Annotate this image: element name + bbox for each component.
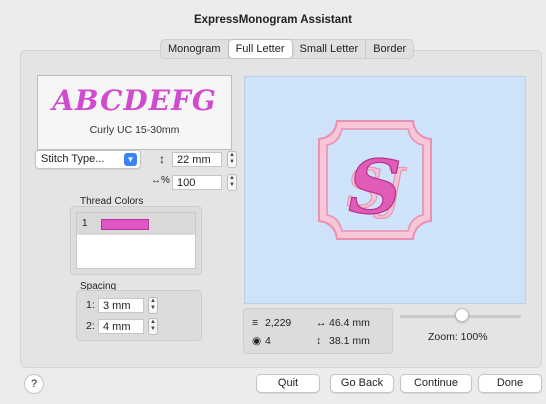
height-stepper[interactable]: ▲ ▼ bbox=[227, 151, 237, 168]
spacing-2-stepper[interactable]: ▲ ▼ bbox=[148, 318, 158, 335]
height-field[interactable]: 22 mm bbox=[172, 152, 222, 167]
stitch-count: ≡ 2,229 bbox=[252, 317, 292, 329]
height-icon: ↕ bbox=[316, 335, 322, 347]
tab-full-letter[interactable]: Full Letter bbox=[228, 40, 293, 58]
quit-button[interactable]: Quit bbox=[256, 374, 320, 393]
stitch-type-label: Stitch Type... bbox=[41, 153, 105, 165]
vertical-size-icon: ↕ bbox=[159, 152, 165, 166]
stitches-icon: ≡ bbox=[252, 317, 259, 329]
width-percent-icon: ↔% bbox=[151, 175, 170, 186]
tab-small-letter[interactable]: Small Letter bbox=[293, 40, 367, 58]
zoom-label: Zoom: 100% bbox=[428, 331, 488, 343]
font-name: Curly UC 15-30mm bbox=[89, 124, 180, 136]
width-stepper[interactable]: ▲ ▼ bbox=[227, 174, 237, 191]
thread-number: 1 bbox=[82, 218, 88, 229]
palette-icon: ◉ bbox=[252, 335, 262, 347]
spacing-1-stepper[interactable]: ▲ ▼ bbox=[148, 297, 158, 314]
font-sample: ABCDEFG bbox=[52, 84, 217, 117]
width-icon: ↔ bbox=[316, 317, 327, 329]
app-window: ExpressMonogram Assistant Monogram Full … bbox=[0, 0, 546, 404]
spacing-2-field[interactable]: 4 mm bbox=[98, 319, 144, 334]
design-preview[interactable]: SJ S bbox=[244, 76, 526, 304]
tab-bar: Monogram Full Letter Small Letter Border bbox=[160, 39, 415, 59]
design-stats: ≡ 2,229 ↔ 46.4 mm ◉ 4 ↕ 38.1 mm bbox=[243, 308, 393, 354]
design-width: ↔ 46.4 mm bbox=[316, 317, 370, 329]
font-preview-card[interactable]: ABCDEFG Curly UC 15-30mm bbox=[37, 75, 232, 150]
go-back-button[interactable]: Go Back bbox=[330, 374, 394, 393]
window-title: ExpressMonogram Assistant bbox=[193, 14, 353, 26]
thread-row[interactable]: 1 bbox=[77, 213, 195, 235]
spacing-1-label: 1: bbox=[86, 299, 95, 311]
monogram-center-letter: S bbox=[348, 145, 401, 231]
chevron-down-icon: ▼ bbox=[124, 153, 137, 166]
stitch-type-select[interactable]: Stitch Type... ▼ bbox=[35, 150, 141, 169]
continue-button[interactable]: Continue bbox=[400, 374, 472, 393]
thread-color-swatch bbox=[101, 219, 149, 230]
width-percent-field[interactable]: 100 bbox=[172, 175, 222, 190]
thread-colors-list: 1 bbox=[76, 212, 196, 269]
tab-monogram[interactable]: Monogram bbox=[161, 40, 229, 58]
monogram-design: SJ S bbox=[245, 77, 525, 303]
spacing-2-label: 2: bbox=[86, 320, 95, 332]
color-count: ◉ 4 bbox=[252, 335, 271, 347]
tab-border[interactable]: Border bbox=[366, 40, 413, 58]
design-height: ↕ 38.1 mm bbox=[316, 335, 370, 347]
done-button[interactable]: Done bbox=[478, 374, 542, 393]
spacing-1-field[interactable]: 3 mm bbox=[98, 298, 144, 313]
help-button[interactable]: ? bbox=[24, 374, 44, 394]
zoom-slider-handle[interactable] bbox=[455, 308, 469, 322]
